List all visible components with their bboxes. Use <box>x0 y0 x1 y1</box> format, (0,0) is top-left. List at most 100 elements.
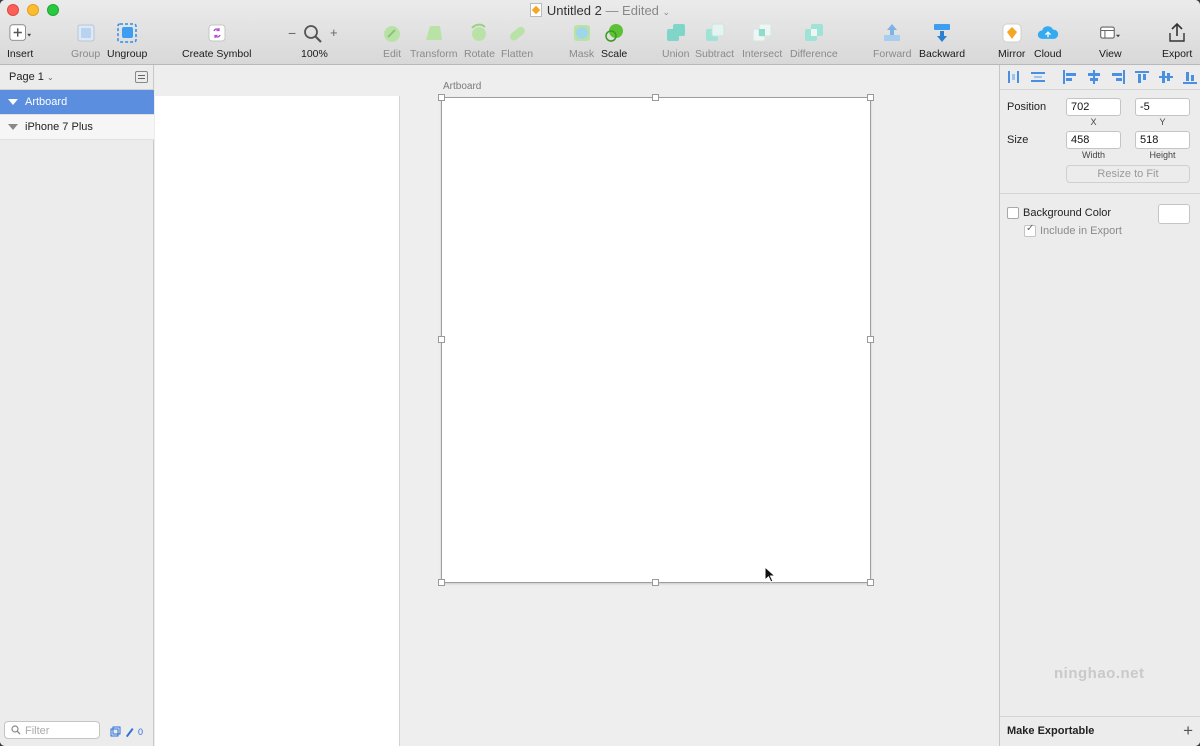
position-x-field[interactable]: 702 <box>1066 98 1121 116</box>
intersect-icon <box>751 22 773 44</box>
search-icon <box>11 725 21 735</box>
ungroup-button[interactable]: Ungroup <box>107 22 147 60</box>
resize-handle-top-right[interactable] <box>867 94 874 101</box>
bring-forward-icon <box>881 22 903 44</box>
include-in-export-checkbox[interactable] <box>1024 223 1036 237</box>
position-y-field[interactable]: -5 <box>1135 98 1190 116</box>
document-icon <box>529 3 542 17</box>
mouse-cursor-icon <box>764 566 776 583</box>
resize-handle-bottom-left[interactable] <box>438 579 445 586</box>
resize-handle-left[interactable] <box>438 336 445 343</box>
resize-handle-top-left[interactable] <box>438 94 445 101</box>
layer-item-iphone-7-plus[interactable]: iPhone 7 Plus <box>0 115 154 140</box>
zoom-in-button[interactable]: + <box>330 25 338 40</box>
width-field[interactable]: 458 <box>1066 131 1121 149</box>
x-label: X <box>1090 117 1097 127</box>
height-field[interactable]: 518 <box>1135 131 1190 149</box>
sidebar-filter-options: 0 <box>110 726 143 737</box>
edited-status: — Edited <box>605 3 659 18</box>
watermark: ninghao.net <box>1054 665 1145 682</box>
export-label: Export <box>1162 48 1193 60</box>
align-left-icon[interactable] <box>1062 70 1078 84</box>
position-label: Position <box>1007 101 1047 113</box>
brush-filter-icon[interactable] <box>124 726 135 737</box>
mirror-button[interactable]: Mirror <box>998 22 1025 60</box>
iphone-artboard-partial[interactable] <box>155 96 400 746</box>
cloud-button[interactable]: Cloud <box>1034 22 1061 60</box>
distribute-horizontal-icon[interactable] <box>1006 70 1022 84</box>
symbols-filter-icon[interactable] <box>110 726 121 737</box>
layer-filter[interactable] <box>4 721 100 739</box>
edited-count: 0 <box>138 726 144 737</box>
scale-button[interactable]: Scale <box>601 22 627 60</box>
window-title[interactable]: Untitled 2 — Edited ⌄ <box>0 3 1200 18</box>
chevron-down-icon: ⌄ <box>662 7 671 17</box>
group-button[interactable]: Group <box>71 22 100 60</box>
align-center-horizontal-icon[interactable] <box>1086 70 1102 84</box>
zoom-magnifier-icon <box>303 24 323 47</box>
resize-handle-top[interactable] <box>652 94 659 101</box>
resize-handle-bottom[interactable] <box>652 579 659 586</box>
edit-button[interactable]: Edit <box>381 22 403 60</box>
alignment-toolbar <box>1000 65 1200 90</box>
flatten-icon <box>506 22 528 44</box>
align-right-icon[interactable] <box>1110 70 1126 84</box>
page-selector[interactable]: Page 1 ⌄ <box>0 65 154 90</box>
subtract-button[interactable]: Subtract <box>695 22 734 60</box>
layer-item-artboard[interactable]: Artboard <box>0 90 154 115</box>
resize-handle-bottom-right[interactable] <box>867 579 874 586</box>
background-color-checkbox[interactable] <box>1007 207 1019 219</box>
flatten-button[interactable]: Flatten <box>501 22 533 60</box>
backward-button[interactable]: Backward <box>919 22 965 60</box>
difference-icon <box>803 22 825 44</box>
ungroup-label: Ungroup <box>107 48 148 60</box>
align-middle-vertical-icon[interactable] <box>1158 70 1174 84</box>
canvas[interactable]: Artboard <box>155 65 999 746</box>
height-label: Height <box>1149 150 1176 160</box>
disclosure-triangle-icon[interactable] <box>8 124 18 130</box>
disclosure-triangle-icon[interactable] <box>8 99 18 105</box>
backward-label: Backward <box>919 48 966 60</box>
forward-button[interactable]: Forward <box>873 22 912 60</box>
scale-icon <box>603 22 625 44</box>
flatten-label: Flatten <box>501 48 534 60</box>
include-in-export-label: Include in Export <box>1040 225 1122 237</box>
pages-toggle-icon[interactable] <box>135 71 148 83</box>
rotate-button[interactable]: Rotate <box>464 22 495 60</box>
intersect-button[interactable]: Intersect <box>742 22 782 60</box>
plus-icon <box>9 22 32 44</box>
view-label: View <box>1099 48 1122 60</box>
edit-label: Edit <box>382 48 402 60</box>
transform-button[interactable]: Transform <box>410 22 457 60</box>
artboard[interactable] <box>441 97 871 583</box>
mask-button[interactable]: Mask <box>569 22 594 60</box>
layer-label: Artboard <box>25 96 68 108</box>
intersect-label: Intersect <box>742 48 783 60</box>
toolbar: Untitled 2 — Edited ⌄ Insert Group Ungro… <box>0 0 1200 65</box>
add-export-icon[interactable]: + <box>1183 721 1193 741</box>
view-button[interactable]: View <box>1099 22 1122 60</box>
y-label: Y <box>1159 117 1166 127</box>
group-icon <box>75 22 97 44</box>
create-symbol-button[interactable]: Create Symbol <box>182 22 251 60</box>
align-bottom-icon[interactable] <box>1182 70 1198 84</box>
union-button[interactable]: Union <box>662 22 689 60</box>
page-name: Page 1 ⌄ <box>9 71 54 83</box>
subtract-label: Subtract <box>695 48 735 60</box>
difference-button[interactable]: Difference <box>790 22 838 60</box>
resize-to-fit-button[interactable]: Resize to Fit <box>1066 165 1190 183</box>
resize-handle-right[interactable] <box>867 336 874 343</box>
align-top-icon[interactable] <box>1134 70 1150 84</box>
filter-input[interactable] <box>25 723 95 738</box>
inspector-panel: Position 702 -5 X Y Size 458 518 Width H… <box>999 65 1200 746</box>
zoom-level[interactable]: 100% <box>301 48 328 60</box>
layer-label: iPhone 7 Plus <box>25 121 93 133</box>
insert-button[interactable]: Insert <box>7 22 33 60</box>
make-exportable-bar[interactable]: Make Exportable + <box>1000 716 1200 746</box>
rotate-label: Rotate <box>464 48 495 60</box>
export-button[interactable]: Export <box>1162 22 1192 60</box>
zoom-out-button[interactable]: − <box>288 25 296 41</box>
background-color-swatch[interactable] <box>1158 204 1190 224</box>
artboard-title[interactable]: Artboard <box>443 81 481 92</box>
distribute-vertical-icon[interactable] <box>1030 70 1046 84</box>
